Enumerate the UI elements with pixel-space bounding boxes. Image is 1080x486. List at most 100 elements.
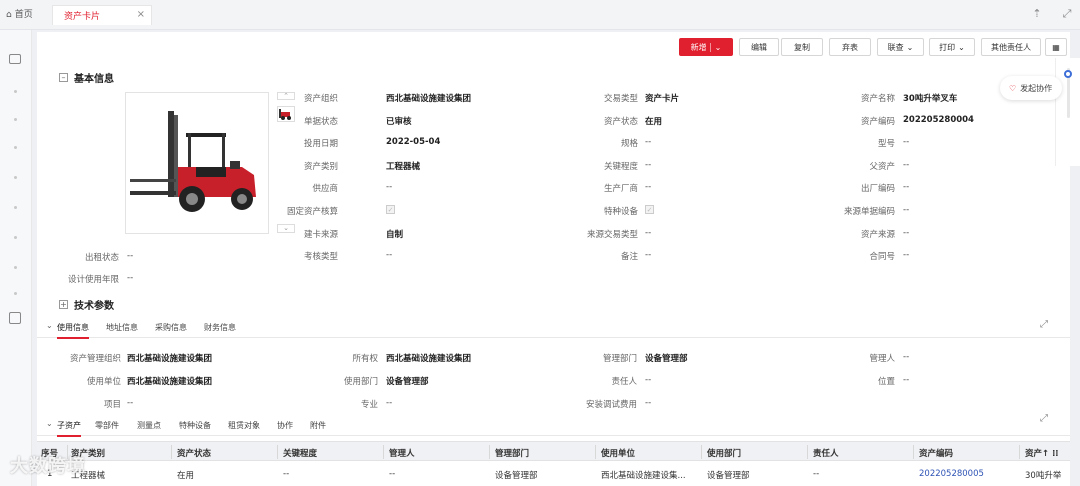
column-header[interactable]: 关键程度 (283, 447, 317, 459)
table-cell: -- (283, 469, 290, 479)
tech-params-title[interactable]: + 技术参数 (59, 297, 114, 312)
field-value: ✓ (386, 205, 395, 215)
other-responsible-button[interactable]: 其他责任人 (981, 38, 1041, 56)
edit-button[interactable]: 编辑 (739, 38, 779, 56)
usage-field-value: 西北基础设施建设集团 (127, 377, 213, 387)
field-label: 资产组织 (303, 94, 338, 104)
upload-icon[interactable]: ⇡ (1030, 7, 1044, 21)
tab-sub-assets[interactable]: 子资产 (57, 420, 81, 437)
usage-field-value: -- (127, 398, 134, 408)
asset-card-panel: 新增 ⌄ 编辑 复制 弃表 联查 ⌄ 打印 ⌄ 其他责任人 ▦ – 基本信息 ⌃ ⌄… (37, 32, 1070, 486)
field-label: 单据状态 (303, 116, 338, 127)
new-button[interactable]: 新增 ⌄ (679, 38, 733, 56)
field-value: 30吨升举叉车 (903, 94, 958, 104)
sub-asset-table-header: 序号 资产类别 资产状态 关键程度 管理人 管理部门 使用单位 使用部门 责任人 资产编码 资产↑ … (37, 441, 1070, 461)
right-slider-panel (1055, 58, 1080, 166)
column-header[interactable]: 资产↑ ⁞⁞ (1025, 447, 1059, 459)
checkbox: ✓ (645, 205, 654, 214)
tab-special-equipment[interactable]: 特种设备 (179, 420, 211, 431)
edit-note-icon[interactable] (9, 312, 21, 324)
usage-field-value: 设备管理部 (645, 354, 688, 364)
usage-field-label: 所有权 (352, 354, 378, 364)
field-value: -- (903, 250, 910, 261)
field-label: 特种设备 (603, 207, 638, 217)
tab-finance-info[interactable]: 财务信息 (204, 322, 236, 333)
table-cell: 西北基础设施建设集... (601, 471, 686, 481)
column-header[interactable]: 资产状态 (177, 447, 211, 459)
expand-icon[interactable]: ⤢ (1040, 413, 1048, 424)
field-label: 合同号 (869, 252, 895, 263)
tab-home[interactable]: ⌂ 首页 (6, 6, 33, 24)
tab-collaboration[interactable]: 协作 (277, 420, 293, 431)
copy-button[interactable]: 复制 (781, 38, 823, 56)
table-cell: 设备管理部 (495, 471, 538, 481)
column-header[interactable]: 使用单位 (601, 447, 635, 459)
column-header[interactable]: 使用部门 (707, 447, 741, 459)
close-icon[interactable]: × (137, 9, 145, 20)
field-value: -- (645, 159, 652, 170)
field-value: -- (903, 159, 910, 170)
design-life-value: -- (127, 273, 134, 283)
table-cell[interactable]: 202205280005 (919, 469, 984, 479)
field-value: -- (903, 205, 910, 215)
tab-address-info[interactable]: 地址信息 (106, 322, 138, 333)
checkbox: ✓ (386, 205, 395, 214)
tab-asset-card[interactable]: 资产卡片 × (52, 5, 152, 25)
sub-asset-tab-bar: ⌄ 子资产 零部件 测量点 特种设备 租赁对象 协作 附件 ⤢ (37, 413, 1070, 437)
usage-field-label: 使用部门 (343, 377, 378, 387)
home-icon: ⌂ (6, 10, 12, 20)
field-value: -- (645, 182, 652, 193)
field-value: -- (645, 137, 652, 148)
column-header[interactable]: 资产编码 (919, 447, 953, 459)
table-cell: 设备管理部 (707, 471, 750, 481)
tab-measure-points[interactable]: 测量点 (137, 420, 161, 431)
print-button[interactable]: 打印 ⌄ (929, 38, 975, 56)
field-value: -- (903, 182, 910, 193)
chevron-down-icon[interactable]: ⌄ (46, 321, 53, 330)
chevron-down-icon[interactable]: ⌄ (46, 419, 53, 428)
message-icon[interactable] (9, 54, 21, 64)
column-header[interactable]: 管理人 (389, 447, 415, 459)
usage-field-label: 管理人 (869, 354, 895, 364)
usage-field-label: 责任人 (611, 377, 637, 387)
field-value: -- (903, 227, 910, 238)
column-header[interactable]: 管理部门 (495, 447, 529, 459)
usage-field-value: -- (386, 398, 393, 408)
start-collaboration-button[interactable]: ♡ 发起协作 (1000, 76, 1062, 100)
field-value: -- (645, 250, 652, 261)
basic-info-title[interactable]: – 基本信息 (59, 70, 114, 85)
field-value: -- (645, 227, 652, 238)
usage-field-label: 项目 (103, 400, 121, 410)
tab-attachments[interactable]: 附件 (310, 420, 326, 431)
tab-parts[interactable]: 零部件 (95, 420, 119, 431)
column-header[interactable]: 责任人 (813, 447, 839, 459)
field-label: 父资产 (869, 161, 895, 172)
chevron-down-icon: ⌄ (709, 42, 721, 52)
discard-button[interactable]: 弃表 (829, 38, 871, 56)
watermark: 大数跨境 (10, 456, 86, 477)
usage-field-value: 西北基础设施建设集团 (127, 354, 213, 364)
field-value: 在用 (645, 116, 663, 127)
slider-handle[interactable] (1064, 70, 1072, 78)
usage-field-label: 位置 (877, 377, 895, 387)
field-value: 西北基础设施建设集团 (386, 94, 472, 104)
field-label: 考核类型 (303, 252, 338, 263)
usage-field-value: -- (645, 375, 652, 385)
field-value: ✓ (645, 205, 654, 215)
rent-status-value: -- (127, 251, 134, 261)
field-value: -- (386, 182, 393, 193)
field-value: 自制 (386, 229, 404, 240)
field-label: 规格 (620, 139, 638, 150)
tab-usage-info[interactable]: 使用信息 (57, 322, 89, 339)
usage-field-label: 专业 (360, 400, 378, 410)
field-label: 型号 (877, 139, 895, 150)
fullscreen-icon[interactable]: ⤢ (1060, 7, 1074, 21)
tab-lease-objects[interactable]: 租赁对象 (228, 420, 260, 431)
calendar-icon[interactable]: ▦ (1045, 38, 1067, 56)
top-tab-bar: ⌂ 首页 资产卡片 × ⇡ ⤢ (0, 0, 1080, 30)
usage-field-value: -- (903, 375, 910, 385)
query-button[interactable]: 联查 ⌄ (877, 38, 924, 56)
expand-icon[interactable]: ⤢ (1040, 319, 1048, 330)
field-label: 投用日期 (303, 139, 338, 150)
tab-purchase-info[interactable]: 采购信息 (155, 322, 187, 333)
